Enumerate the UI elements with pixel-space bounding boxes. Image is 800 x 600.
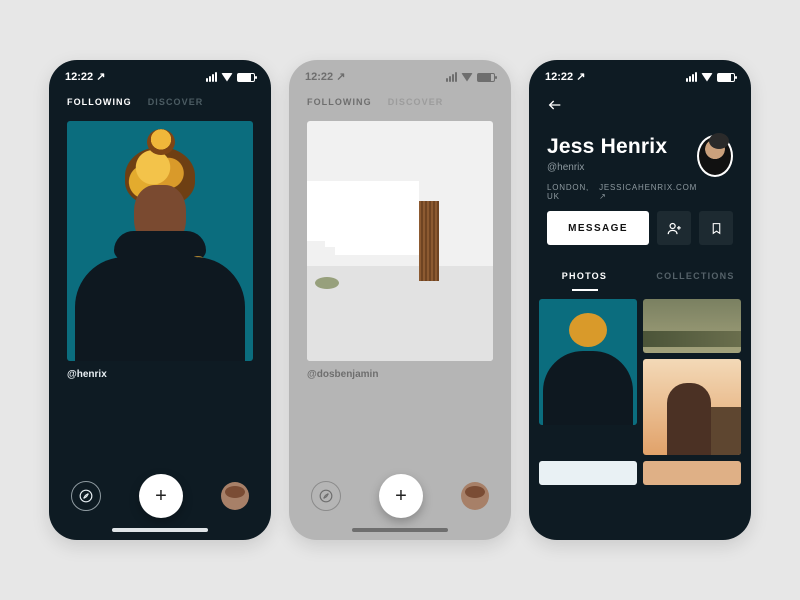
tab-collections[interactable]: COLLECTIONS: [640, 261, 751, 291]
photo-tile[interactable]: [643, 461, 741, 485]
photo-tile[interactable]: [539, 299, 637, 425]
status-icons: [446, 72, 495, 82]
profile-avatar[interactable]: [697, 135, 733, 177]
profile-actions: MESSAGE: [529, 211, 751, 245]
screen-following-dark: 12:22 ↗ FOLLOWING DISCOVER @henrix +: [49, 60, 271, 540]
signal-icon: [446, 72, 457, 82]
bookmark-icon: [710, 221, 723, 236]
feed-card[interactable]: [307, 121, 493, 361]
feed-tabs: FOLLOWING DISCOVER: [49, 87, 271, 113]
feed-card-author[interactable]: @henrix: [49, 361, 271, 388]
wifi-icon: [221, 73, 233, 82]
profile-name: Jess Henrix: [547, 135, 697, 159]
profile-tabs: PHOTOS COLLECTIONS: [529, 261, 751, 291]
photo-grid: [529, 291, 751, 485]
tab-discover[interactable]: DISCOVER: [148, 97, 204, 107]
compass-icon: [319, 489, 333, 503]
profile-header: Jess Henrix @henrix LONDON, UK JESSICAHE…: [529, 117, 751, 211]
wifi-icon: [701, 73, 713, 82]
status-time: 12:22 ↗: [65, 70, 105, 83]
user-plus-icon: [667, 221, 682, 236]
bottom-bar: +: [289, 464, 511, 524]
profile-handle: @henrix: [547, 162, 697, 173]
compass-icon: [79, 489, 93, 503]
status-icons: [686, 72, 735, 82]
battery-icon: [477, 73, 495, 82]
add-post-button[interactable]: +: [379, 474, 423, 518]
follow-button[interactable]: [657, 211, 691, 245]
explore-button[interactable]: [71, 481, 101, 511]
explore-button[interactable]: [311, 481, 341, 511]
photo-tile[interactable]: [643, 299, 741, 353]
status-time: 12:22 ↗: [545, 70, 585, 83]
status-time: 12:22 ↗: [305, 70, 345, 83]
back-button[interactable]: [545, 97, 565, 113]
photo-tile[interactable]: [643, 359, 741, 455]
status-bar: 12:22 ↗: [529, 60, 751, 87]
add-post-button[interactable]: +: [139, 474, 183, 518]
profile-location: LONDON, UK: [547, 183, 589, 201]
photo-tile[interactable]: [539, 461, 637, 485]
signal-icon: [206, 72, 217, 82]
profile-avatar-button[interactable]: [221, 482, 249, 510]
battery-icon: [237, 73, 255, 82]
tab-following[interactable]: FOLLOWING: [307, 97, 372, 107]
location-arrow-icon: ↗: [336, 71, 345, 83]
tab-following[interactable]: FOLLOWING: [67, 97, 132, 107]
tab-discover[interactable]: DISCOVER: [388, 97, 444, 107]
bookmark-button[interactable]: [699, 211, 733, 245]
tab-photos[interactable]: PHOTOS: [529, 261, 640, 291]
status-icons: [206, 72, 255, 82]
bottom-bar: +: [49, 464, 271, 524]
location-arrow-icon: ↗: [96, 71, 105, 83]
external-link-icon: ↗: [599, 192, 607, 201]
signal-icon: [686, 72, 697, 82]
screen-following-light: 12:22 ↗ FOLLOWING DISCOVER @dosbenjamin …: [289, 60, 511, 540]
home-indicator: [352, 528, 448, 532]
screen-profile: 12:22 ↗ Jess Henrix @henrix LONDON, UK J…: [529, 60, 751, 540]
wifi-icon: [461, 73, 473, 82]
feed-tabs: FOLLOWING DISCOVER: [289, 87, 511, 113]
home-indicator: [112, 528, 208, 532]
plus-icon: +: [155, 485, 167, 508]
location-arrow-icon: ↗: [576, 71, 585, 83]
feed-card[interactable]: [67, 121, 253, 361]
status-bar: 12:22 ↗: [289, 60, 511, 87]
plus-icon: +: [395, 485, 407, 508]
battery-icon: [717, 73, 735, 82]
message-button[interactable]: MESSAGE: [547, 211, 649, 245]
profile-avatar-button[interactable]: [461, 482, 489, 510]
feed-card-author[interactable]: @dosbenjamin: [289, 361, 511, 388]
status-bar: 12:22 ↗: [49, 60, 271, 87]
profile-website[interactable]: JESSICAHENRIX.COM ↗: [599, 183, 697, 201]
